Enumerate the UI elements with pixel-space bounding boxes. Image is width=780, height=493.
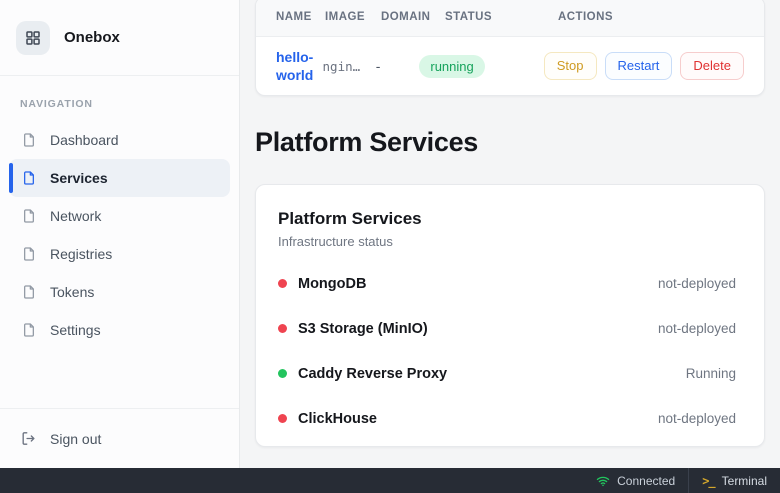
wifi-icon	[596, 474, 610, 488]
terminal-button[interactable]: >_ Terminal	[688, 468, 780, 493]
logout-icon	[20, 430, 37, 447]
platform-service-name: S3 Storage (MinIO)	[298, 321, 428, 337]
sidebar-item-label: Tokens	[50, 284, 94, 300]
platform-service-name: MongoDB	[298, 276, 366, 292]
sidebar-item-label: Dashboard	[50, 132, 119, 148]
sidebar-spacer	[0, 349, 239, 408]
service-actions-cell: Stop Restart Delete	[544, 52, 744, 80]
list-item: ClickHouse not-deployed	[278, 396, 736, 441]
status-bar: Connected >_ Terminal	[0, 468, 780, 493]
status-dot-icon	[278, 324, 287, 333]
status-dot-icon	[278, 369, 287, 378]
terminal-prompt-icon: >_	[702, 474, 714, 488]
sidebar-item-settings[interactable]: Settings	[9, 311, 230, 349]
sidebar-item-label: Services	[50, 170, 108, 186]
main-area: Onebox NAVIGATION Dashboard Services Net…	[0, 0, 780, 468]
status-dot-icon	[278, 414, 287, 423]
services-table-card: NAME IMAGE DOMAIN STATUS ACTIONS hello-w…	[255, 0, 765, 96]
connection-status: Connected	[583, 468, 688, 493]
card-title: Platform Services	[278, 209, 736, 229]
service-image-cell: ngin…	[323, 59, 376, 74]
table-row: hello-world ngin… - running Stop Restart…	[256, 37, 764, 95]
sidebar-item-services[interactable]: Services	[9, 159, 230, 197]
page-title: Platform Services	[255, 127, 765, 158]
column-header-image: IMAGE	[325, 11, 381, 23]
platform-service-name: Caddy Reverse Proxy	[298, 366, 447, 382]
app-window: Onebox NAVIGATION Dashboard Services Net…	[0, 0, 780, 493]
document-icon	[21, 322, 37, 338]
content-area: NAME IMAGE DOMAIN STATUS ACTIONS hello-w…	[240, 0, 780, 468]
service-status-cell: running	[419, 55, 543, 78]
column-header-status: STATUS	[445, 11, 558, 23]
brand-header: Onebox	[0, 0, 239, 76]
sidebar-item-registries[interactable]: Registries	[9, 235, 230, 273]
service-domain-cell: -	[376, 58, 420, 74]
connection-status-label: Connected	[617, 474, 675, 488]
list-item: Caddy Reverse Proxy Running	[278, 351, 736, 396]
sidebar-item-label: Settings	[50, 322, 101, 338]
terminal-label: Terminal	[722, 474, 767, 488]
card-subtitle: Infrastructure status	[278, 234, 736, 249]
services-table-header: NAME IMAGE DOMAIN STATUS ACTIONS	[256, 0, 764, 37]
platform-service-status: Running	[686, 366, 736, 381]
status-dot-icon	[278, 279, 287, 288]
column-header-actions: ACTIONS	[558, 11, 744, 23]
sidebar-item-dashboard[interactable]: Dashboard	[9, 121, 230, 159]
nav-section-label: NAVIGATION	[20, 98, 219, 110]
platform-service-status: not-deployed	[658, 321, 736, 336]
column-header-domain: DOMAIN	[381, 11, 445, 23]
platform-services-list: MongoDB not-deployed S3 Storage (MinIO) …	[278, 261, 736, 441]
sign-out-label: Sign out	[50, 431, 101, 447]
sign-out-button[interactable]: Sign out	[0, 408, 239, 468]
platform-service-status: not-deployed	[658, 276, 736, 291]
grid-icon	[16, 21, 50, 55]
restart-button[interactable]: Restart	[605, 52, 673, 80]
list-item: MongoDB not-deployed	[278, 261, 736, 306]
delete-button[interactable]: Delete	[680, 52, 744, 80]
sidebar-item-label: Registries	[50, 246, 112, 262]
sidebar-nav: NAVIGATION Dashboard Services Network Re…	[0, 76, 239, 349]
document-icon	[21, 132, 37, 148]
sidebar-item-network[interactable]: Network	[9, 197, 230, 235]
platform-services-card: Platform Services Infrastructure status …	[255, 184, 765, 447]
stop-button[interactable]: Stop	[544, 52, 597, 80]
sidebar-item-tokens[interactable]: Tokens	[9, 273, 230, 311]
status-badge: running	[419, 55, 484, 78]
brand-name: Onebox	[64, 29, 120, 46]
list-item: S3 Storage (MinIO) not-deployed	[278, 306, 736, 351]
sidebar-item-label: Network	[50, 208, 101, 224]
document-icon	[21, 246, 37, 262]
platform-service-status: not-deployed	[658, 411, 736, 426]
service-name-link[interactable]: hello-world	[276, 48, 323, 84]
document-icon	[21, 170, 37, 186]
document-icon	[21, 208, 37, 224]
document-icon	[21, 284, 37, 300]
platform-service-name: ClickHouse	[298, 411, 377, 427]
column-header-name: NAME	[276, 11, 325, 23]
sidebar: Onebox NAVIGATION Dashboard Services Net…	[0, 0, 240, 468]
